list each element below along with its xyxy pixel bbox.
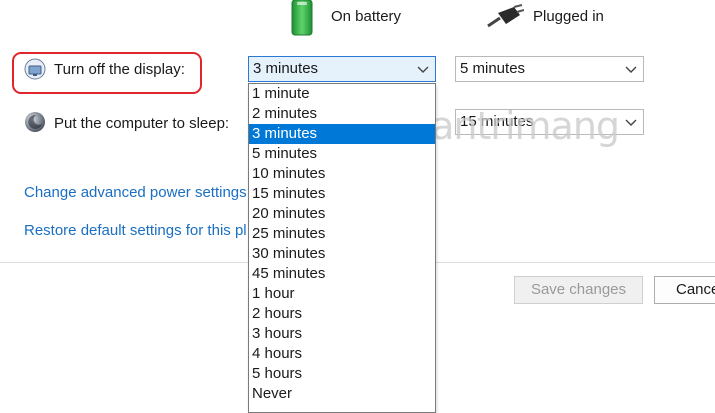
advanced-settings-link[interactable]: Change advanced power settings (24, 184, 247, 201)
chevron-down-icon (417, 66, 429, 73)
display-plugged-value: 5 minutes (460, 60, 526, 77)
dropdown-option[interactable]: 5 hours (249, 364, 435, 384)
dropdown-option[interactable]: 30 minutes (249, 244, 435, 264)
plugged-in-header: Plugged in (533, 8, 604, 25)
dropdown-option[interactable]: 5 minutes (249, 144, 435, 164)
dropdown-option[interactable]: 2 minutes (249, 104, 435, 124)
battery-icon (289, 0, 315, 36)
display-icon (24, 58, 46, 80)
chevron-down-icon (625, 119, 637, 126)
display-label: Turn off the display: (54, 61, 185, 78)
display-battery-dropdown: 1 minute 2 minutes 3 minutes 5 minutes 10 mi… (248, 83, 436, 413)
dropdown-option[interactable]: 2 hours (249, 304, 435, 324)
dropdown-option[interactable]: Never (249, 384, 435, 404)
dropdown-option[interactable]: 45 minutes (249, 264, 435, 284)
display-battery-value: 3 minutes (253, 60, 319, 77)
plug-icon (486, 4, 525, 30)
dropdown-option[interactable]: 25 minutes (249, 224, 435, 244)
display-plugged-select[interactable]: 5 minutes (455, 56, 644, 82)
dropdown-option[interactable]: 15 minutes (249, 184, 435, 204)
chevron-down-icon (625, 66, 637, 73)
dropdown-option[interactable]: 10 minutes (249, 164, 435, 184)
sleep-icon (24, 111, 46, 133)
on-battery-header: On battery (331, 8, 402, 25)
dropdown-option[interactable]: 3 hours (249, 324, 435, 344)
save-changes-button[interactable]: Save changes (514, 276, 643, 304)
dropdown-option[interactable]: 1 hour (249, 284, 435, 304)
sleep-label: Put the computer to sleep: (54, 115, 230, 132)
dropdown-option[interactable]: 3 minutes (249, 124, 435, 144)
restore-defaults-link[interactable]: Restore default settings for this pl (24, 222, 248, 239)
display-battery-select[interactable]: 3 minutes (248, 56, 436, 82)
dropdown-option[interactable]: 20 minutes (249, 204, 435, 224)
cancel-button[interactable]: Cance (654, 276, 715, 304)
watermark-text: uantrimang (408, 104, 620, 148)
dropdown-option[interactable]: 1 minute (249, 84, 435, 104)
dropdown-option[interactable]: 4 hours (249, 344, 435, 364)
